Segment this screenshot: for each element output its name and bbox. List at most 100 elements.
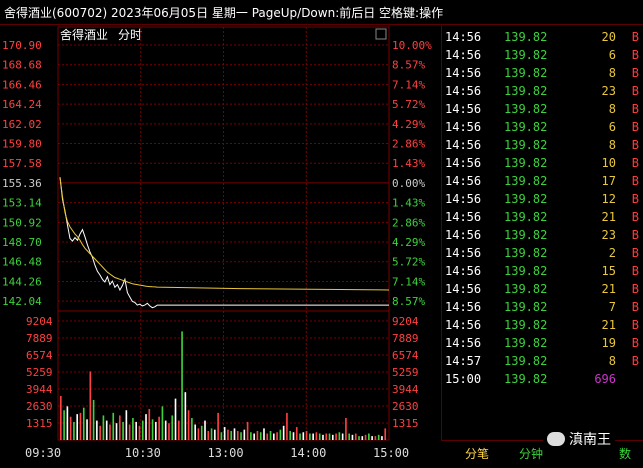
volume-bar	[135, 421, 138, 440]
tick-flag: B	[631, 156, 639, 170]
volume-bar	[250, 432, 252, 440]
window-title: 舍得酒业(600702) 2023年06月05日 星期一 PageUp/Down…	[4, 6, 444, 20]
volume-bar	[92, 399, 95, 440]
volume-bar	[69, 416, 72, 440]
volume-bar	[318, 433, 321, 440]
volume-bar	[217, 412, 219, 440]
price-tick-label: 144.26	[2, 275, 42, 288]
price-tick-label: 150.92	[2, 216, 42, 229]
volume-bar	[272, 433, 275, 440]
volume-bar	[96, 420, 98, 440]
tick-time: 14:56	[445, 120, 482, 134]
volume-bar	[276, 432, 278, 440]
tick-price: 139.82	[504, 354, 548, 368]
tick-volume: 15	[601, 264, 616, 278]
tick-price: 139.82	[504, 48, 548, 62]
volume-bar	[151, 419, 154, 440]
volume-bar	[322, 434, 324, 440]
volume-bar	[384, 428, 387, 440]
tick-flag: B	[631, 174, 639, 188]
price-tick-label: 148.70	[2, 236, 42, 249]
pct-tick-label: 4.29%	[392, 118, 425, 131]
volume-bar	[286, 412, 288, 440]
intraday-chart-svg: 舍得酒业 分时 170.90 10.00% 168.68 8.57% 166.46 7.14%…	[2, 26, 432, 460]
tick-volume: 10	[601, 156, 616, 170]
volume-bar	[118, 415, 121, 440]
tick-row: 14:56 139.82 8 B	[442, 137, 643, 155]
tick-flag: B	[631, 210, 639, 224]
volume-bar	[76, 414, 79, 440]
volume-bar	[253, 433, 255, 440]
tick-flag: B	[631, 282, 639, 296]
volume-bar	[128, 424, 131, 440]
volume-bar	[89, 371, 92, 440]
price-tick-label: 146.48	[2, 256, 42, 269]
tick-volume: 12	[601, 192, 616, 206]
volume-bar	[338, 432, 341, 440]
tick-price: 139.82	[504, 228, 548, 242]
pct-tick-label: 8.57%	[392, 59, 425, 72]
pct-tick-label: 2.86%	[392, 216, 425, 229]
tick-time: 15:00	[445, 372, 482, 386]
tab-ticks[interactable]: 分笔	[465, 445, 489, 462]
volume-bar	[358, 436, 360, 440]
volume-bar	[256, 430, 259, 440]
volume-bar	[292, 432, 295, 440]
tick-row: 14:56 139.82 6 B	[442, 47, 643, 65]
volume-bar	[207, 430, 210, 440]
tick-flag: B	[631, 30, 639, 44]
tick-volume: 7	[608, 300, 616, 314]
intraday-chart[interactable]: 舍得酒业 分时 170.90 10.00% 168.68 8.57% 166.46 7.14%…	[0, 25, 440, 464]
volume-bar	[233, 428, 236, 440]
tick-flag: B	[631, 120, 639, 134]
pct-tick-label: 0.00%	[392, 177, 425, 190]
volume-tick-label-right: 6574	[392, 349, 419, 362]
tick-time: 14:56	[445, 156, 482, 170]
tick-volume: 19	[601, 336, 616, 350]
tick-price: 139.82	[504, 246, 548, 260]
tick-row: 14:56 139.82 10 B	[442, 155, 643, 173]
volume-bar	[148, 408, 151, 440]
volume-bar	[299, 433, 301, 440]
volume-bar	[315, 432, 318, 440]
pct-tick-label: 2.86%	[392, 138, 425, 151]
price-tick-label: 153.14	[2, 197, 42, 210]
volume-bar	[289, 430, 292, 440]
volume-bar	[341, 433, 344, 440]
volume-bar	[174, 398, 177, 440]
tick-flag: B	[631, 246, 639, 260]
volume-tick-label: 6574	[26, 349, 53, 362]
tick-flag: B	[631, 336, 639, 350]
tick-row: 14:56 139.82 12 B	[442, 191, 643, 209]
tick-price: 139.82	[504, 66, 548, 80]
volume-bar	[191, 418, 193, 440]
volume-bar	[351, 434, 354, 440]
tick-row: 14:56 139.82 2 B	[442, 245, 643, 263]
price-tick-label: 142.04	[2, 295, 42, 308]
price-tick-label: 155.36	[2, 177, 42, 190]
volume-bar	[305, 430, 308, 440]
volume-bar	[302, 432, 305, 440]
volume-bar	[210, 428, 213, 440]
volume-bar	[312, 433, 314, 440]
volume-tick-label-right: 7889	[392, 332, 419, 345]
tick-row: 14:56 139.82 19 B	[442, 335, 643, 353]
tick-row: 14:56 139.82 20 B	[442, 29, 643, 47]
tab-minutes[interactable]: 分钟	[519, 445, 543, 462]
volume-tick-label: 1315	[26, 417, 53, 430]
volume-bar	[115, 423, 118, 440]
tick-time: 14:56	[445, 30, 482, 44]
tick-row: 14:56 139.82 8 B	[442, 65, 643, 83]
tab-more[interactable]: 数	[619, 445, 631, 462]
pct-tick-label: 8.57%	[392, 295, 425, 308]
pct-tick-label: 10.00%	[392, 39, 432, 52]
tick-price: 139.82	[504, 372, 548, 386]
volume-bar	[381, 436, 383, 440]
volume-tick-label-right: 2630	[392, 400, 419, 413]
tick-volume: 23	[601, 84, 616, 98]
volume-bar	[331, 434, 334, 440]
tick-list-panel[interactable]: 14:56 139.82 20 B 14:56 139.82 6 B 14:56 139.82 8 B…	[441, 25, 643, 440]
price-tick-label: 164.24	[2, 98, 42, 111]
volume-tick-label-right: 5259	[392, 366, 419, 379]
price-tick-label: 157.58	[2, 157, 42, 170]
